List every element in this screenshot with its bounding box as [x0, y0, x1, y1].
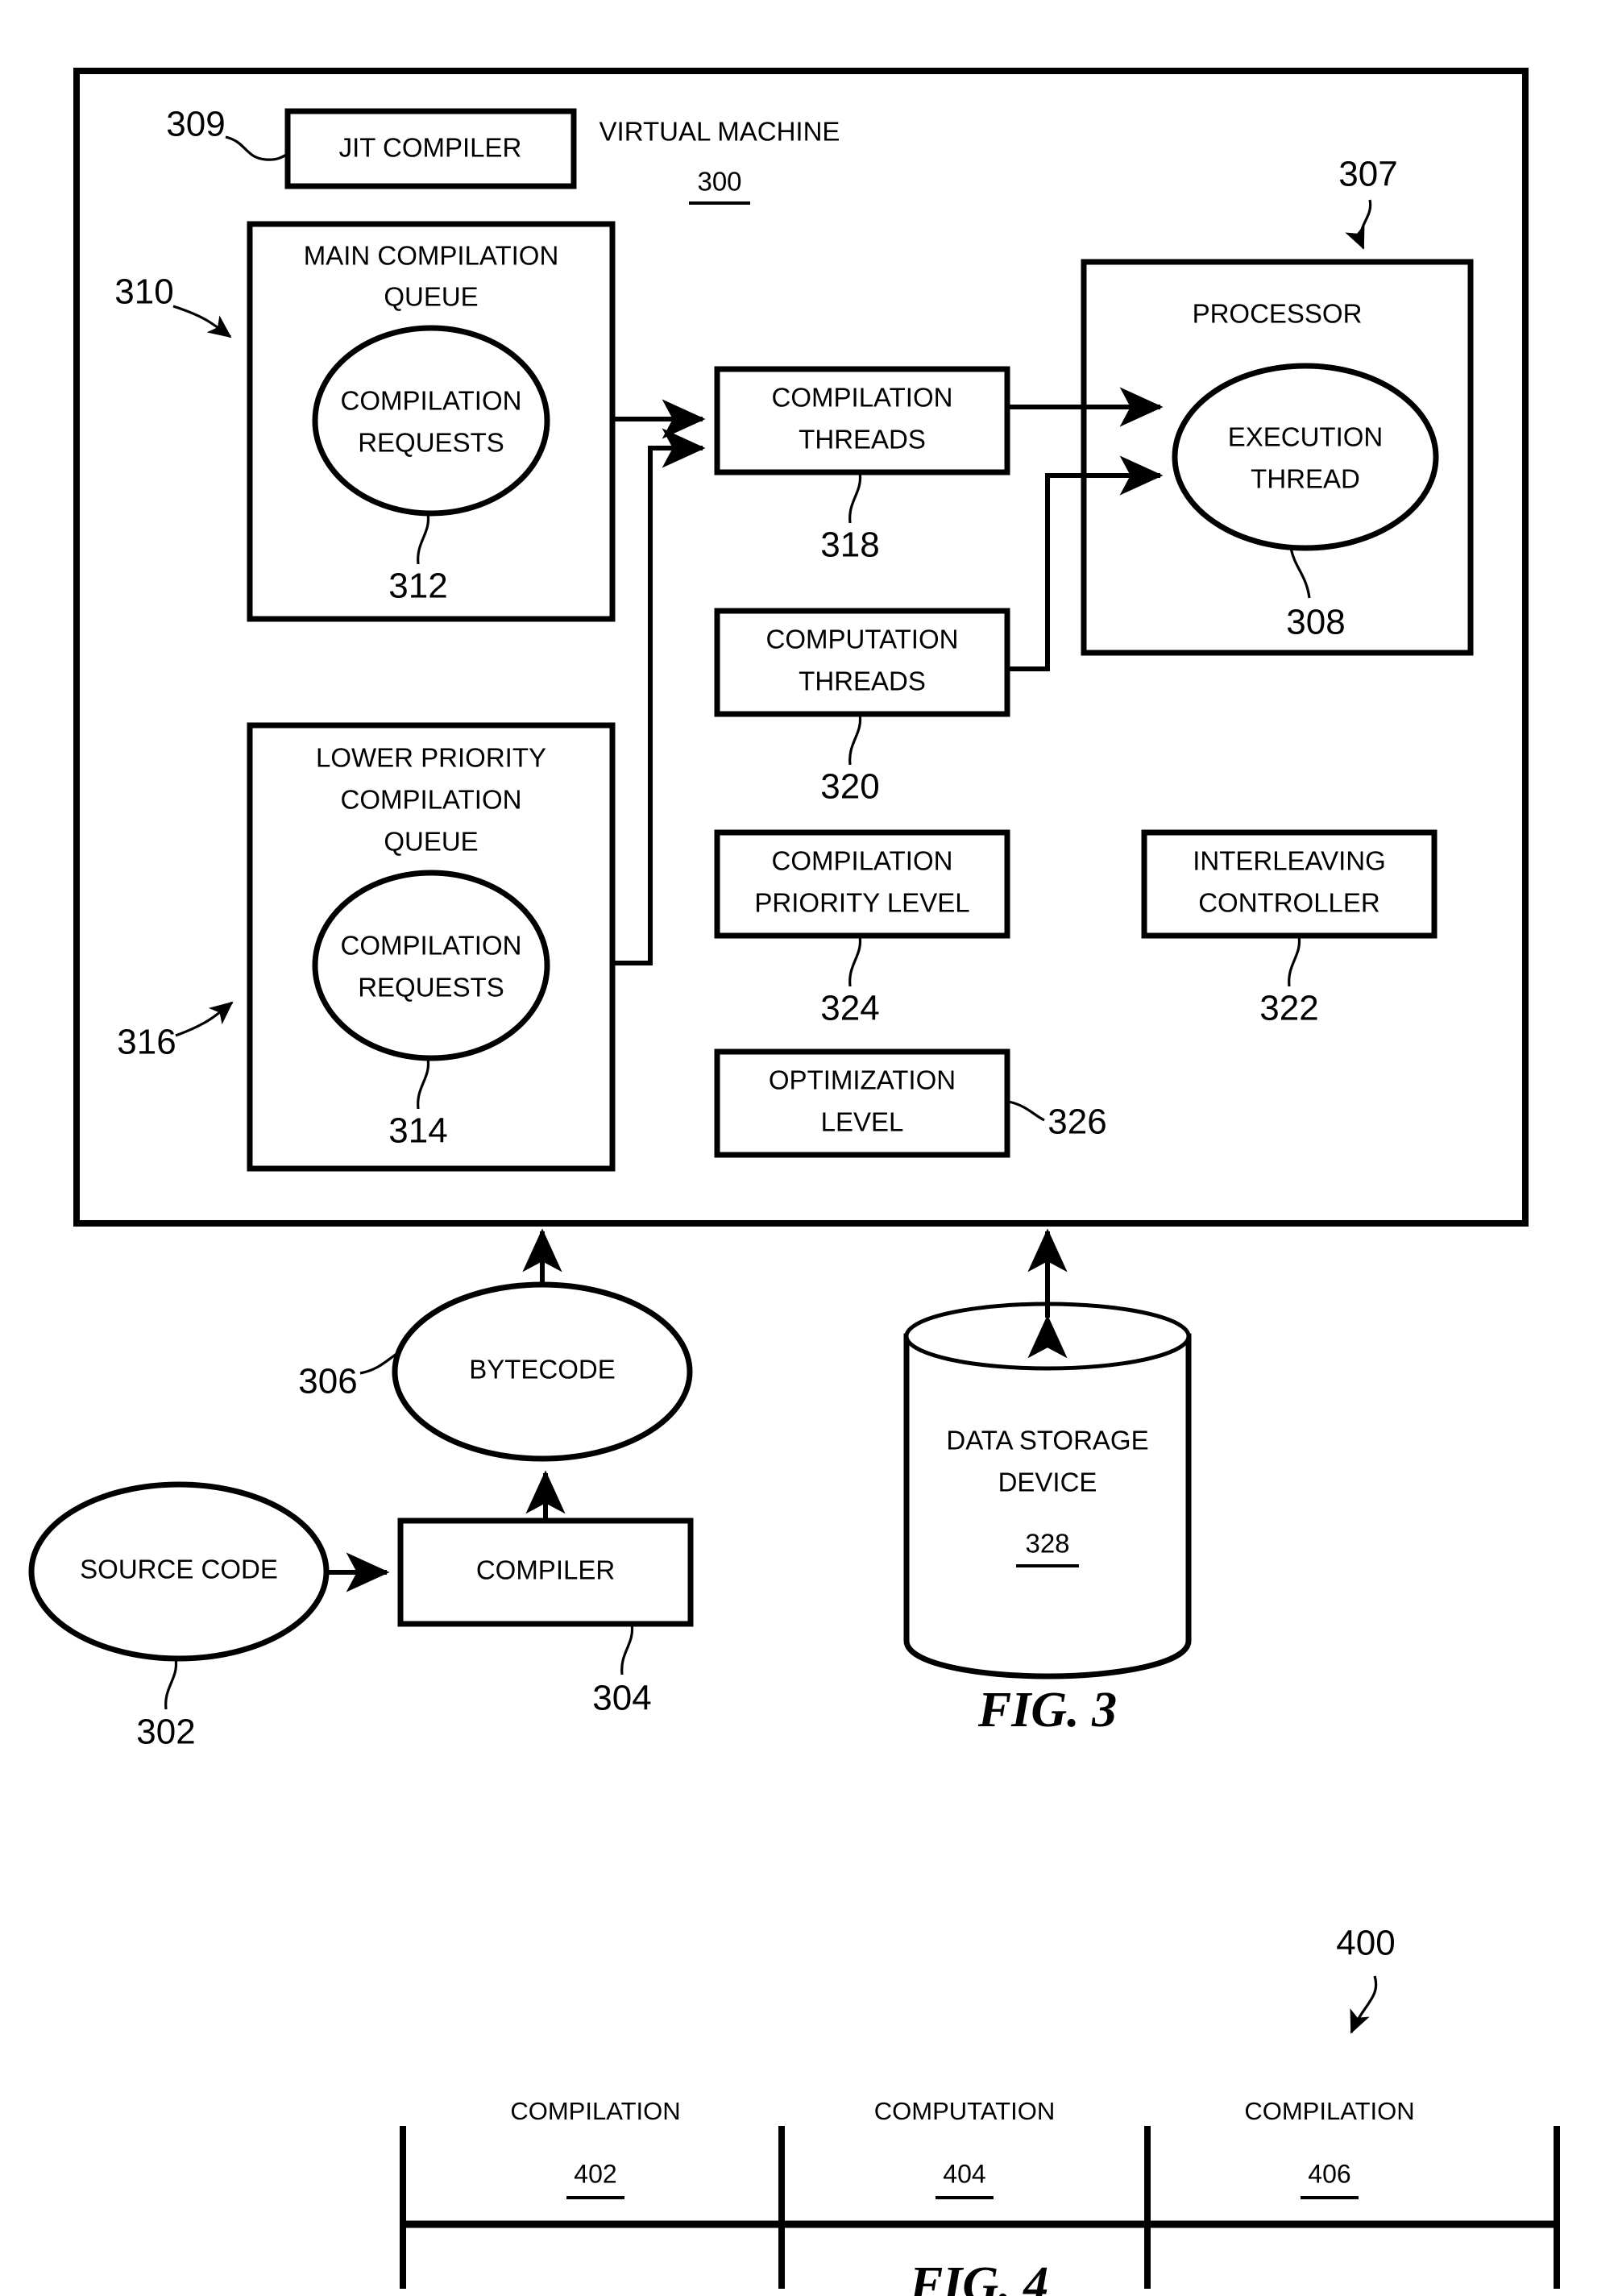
lower-queue-requests-line1: COMPILATION — [341, 931, 522, 961]
lower-priority-queue-label-line1: LOWER PRIORITY — [316, 743, 546, 773]
jit-compiler-label: JIT COMPILER — [339, 133, 522, 163]
source-code-label: SOURCE CODE — [80, 1555, 278, 1584]
processor-ref: 307 — [1338, 155, 1397, 194]
compilation-threads-line1: COMPILATION — [772, 383, 953, 413]
compilation-threads-line2: THREADS — [799, 425, 926, 455]
jit-compiler-ref: 309 — [166, 105, 225, 144]
figure4-segment-ref-1: 404 — [943, 2159, 985, 2188]
interleaving-controller-line2: CONTROLLER — [1198, 888, 1380, 918]
figure4-segment-label-2: COMPILATION — [1244, 2097, 1414, 2125]
lower-priority-queue-label-line3: QUEUE — [384, 827, 478, 857]
optimization-level-line1: OPTIMIZATION — [769, 1065, 956, 1095]
compilation-priority-level-line1: COMPILATION — [772, 846, 953, 876]
figure4-ref: 400 — [1336, 1924, 1395, 1963]
bytecode-ref: 306 — [298, 1362, 357, 1401]
lower-queue-requests-line2: REQUESTS — [358, 973, 504, 1003]
source-code-ref: 302 — [136, 1713, 195, 1752]
lower-queue-compilation-requests-ellipse — [312, 870, 550, 1061]
compilation-priority-level-ref: 324 — [820, 989, 879, 1028]
source-code-leader — [164, 1658, 178, 1710]
data-storage-ref: 328 — [1025, 1529, 1069, 1559]
execution-thread-ellipse — [1172, 363, 1439, 551]
figure4-segment-label-1: COMPUTATION — [874, 2097, 1055, 2125]
data-storage-line1: DATA STORAGE — [946, 1426, 1148, 1455]
compilation-priority-level-line2: PRIORITY LEVEL — [754, 888, 969, 918]
compiler-leader — [620, 1623, 634, 1675]
figure4-segment-label-0: COMPILATION — [510, 2097, 680, 2125]
figure4-segment-ref-2: 406 — [1308, 2159, 1350, 2188]
figure4-caption: FIG. 4 — [909, 2257, 1048, 2296]
computation-threads-ref: 320 — [820, 767, 879, 807]
optimization-level-ref: 326 — [1048, 1102, 1106, 1142]
processor-label: PROCESSOR — [1193, 299, 1363, 329]
main-queue-requests-line2: REQUESTS — [358, 428, 504, 458]
execution-thread-line2: THREAD — [1251, 464, 1360, 494]
main-compilation-queue-label-line2: QUEUE — [384, 282, 478, 312]
computation-threads-line1: COMPUTATION — [766, 625, 959, 654]
virtual-machine-title: VIRTUAL MACHINE — [599, 117, 840, 147]
lower-priority-queue-ref: 316 — [117, 1023, 176, 1062]
figure4-segment-ref-0: 402 — [574, 2159, 616, 2188]
interleaving-controller-line1: INTERLEAVING — [1193, 846, 1386, 876]
figure4-leader — [1350, 1975, 1378, 2034]
optimization-level-line2: LEVEL — [821, 1107, 904, 1137]
compiler-label: COMPILER — [476, 1555, 615, 1585]
data-storage-line2: DEVICE — [998, 1468, 1097, 1497]
lower-queue-requests-ref: 314 — [388, 1111, 447, 1151]
execution-thread-ref: 308 — [1286, 603, 1345, 642]
main-queue-compilation-requests-ellipse — [312, 325, 550, 517]
lower-priority-queue-label-line2: COMPILATION — [341, 785, 522, 815]
patent-figure-page: VIRTUAL MACHINE 300 JIT COMPILER 309 MAI… — [0, 0, 1618, 2296]
bytecode-label: BYTECODE — [469, 1355, 616, 1385]
computation-threads-line2: THREADS — [799, 666, 926, 696]
compiler-ref: 304 — [592, 1679, 651, 1718]
figure-canvas: VIRTUAL MACHINE 300 JIT COMPILER 309 MAI… — [28, 68, 1560, 2296]
main-compilation-queue-ref: 310 — [114, 272, 173, 312]
bytecode-leader — [359, 1352, 397, 1375]
main-queue-requests-line1: COMPILATION — [341, 386, 522, 416]
compilation-threads-ref: 318 — [820, 525, 879, 565]
virtual-machine-ref: 300 — [697, 167, 741, 197]
data-storage-cylinder-body — [903, 1333, 1192, 1679]
execution-thread-line1: EXECUTION — [1228, 422, 1384, 452]
figure3-caption: FIG. 3 — [977, 1683, 1117, 1738]
main-queue-requests-ref: 312 — [388, 567, 447, 606]
main-compilation-queue-label-line1: MAIN COMPILATION — [304, 241, 559, 271]
interleaving-controller-ref: 322 — [1259, 989, 1318, 1028]
